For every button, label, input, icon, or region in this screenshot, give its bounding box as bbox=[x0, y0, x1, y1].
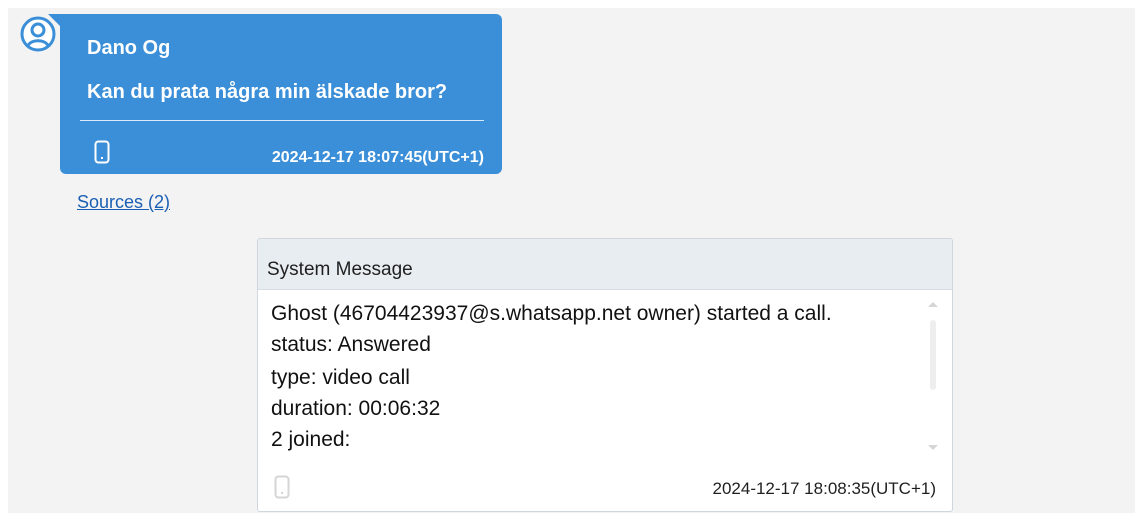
message-text: Kan du prata några min älskade bror? bbox=[87, 81, 448, 103]
system-message-body[interactable]: Ghost (46704423937@s.whatsapp.net owner)… bbox=[258, 290, 952, 460]
scroll-up-arrow-icon[interactable] bbox=[928, 302, 938, 307]
phone-icon bbox=[274, 475, 290, 499]
bubble-divider bbox=[80, 120, 484, 121]
system-message-line: duration: 00:06:32 bbox=[271, 397, 441, 420]
chat-canvas: Dano Og Kan du prata några min älskade b… bbox=[8, 8, 1135, 513]
sources-link[interactable]: Sources (2) bbox=[77, 191, 170, 213]
system-message-line: 2 joined: bbox=[271, 428, 351, 451]
phone-icon bbox=[94, 140, 110, 164]
message-bubble[interactable]: Dano Og Kan du prata några min älskade b… bbox=[48, 14, 502, 174]
scroll-down-arrow-icon[interactable] bbox=[928, 445, 938, 450]
bubble-tail bbox=[48, 14, 60, 26]
system-message-line: type: video call bbox=[271, 366, 410, 389]
scroll-thumb[interactable] bbox=[930, 320, 936, 390]
system-message-line: Ghost (46704423937@s.whatsapp.net owner)… bbox=[271, 302, 832, 325]
message-timestamp: 2024-12-17 18:07:45(UTC+1) bbox=[271, 149, 484, 166]
system-message-line: status: Answered bbox=[271, 333, 431, 356]
system-message-timestamp: 2024-12-17 18:08:35(UTC+1) bbox=[712, 479, 937, 498]
system-message-card: System Message Ghost (46704423937@s.what… bbox=[257, 238, 953, 512]
system-message-title: System Message bbox=[267, 259, 413, 280]
sender-name: Dano Og bbox=[87, 37, 171, 59]
system-message-scrollbar[interactable] bbox=[928, 290, 940, 450]
system-message-header: System Message bbox=[258, 239, 952, 290]
